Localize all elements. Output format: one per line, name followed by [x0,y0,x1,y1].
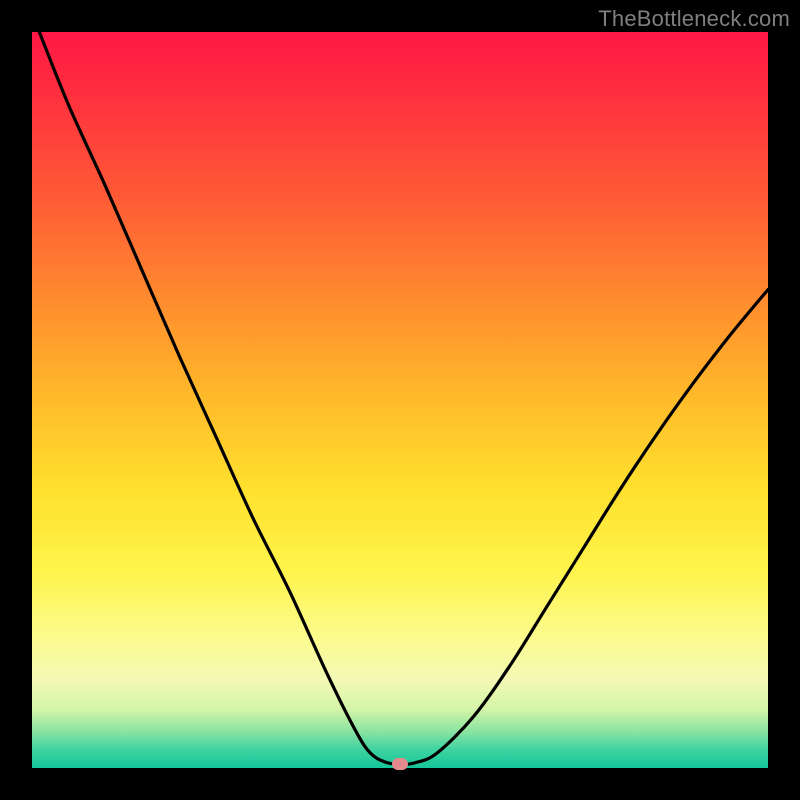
curve-path [39,32,768,764]
attribution-text: TheBottleneck.com [598,6,790,32]
minimum-marker [392,758,408,770]
chart-frame: TheBottleneck.com [0,0,800,800]
bottleneck-curve [32,32,768,768]
plot-area [32,32,768,768]
